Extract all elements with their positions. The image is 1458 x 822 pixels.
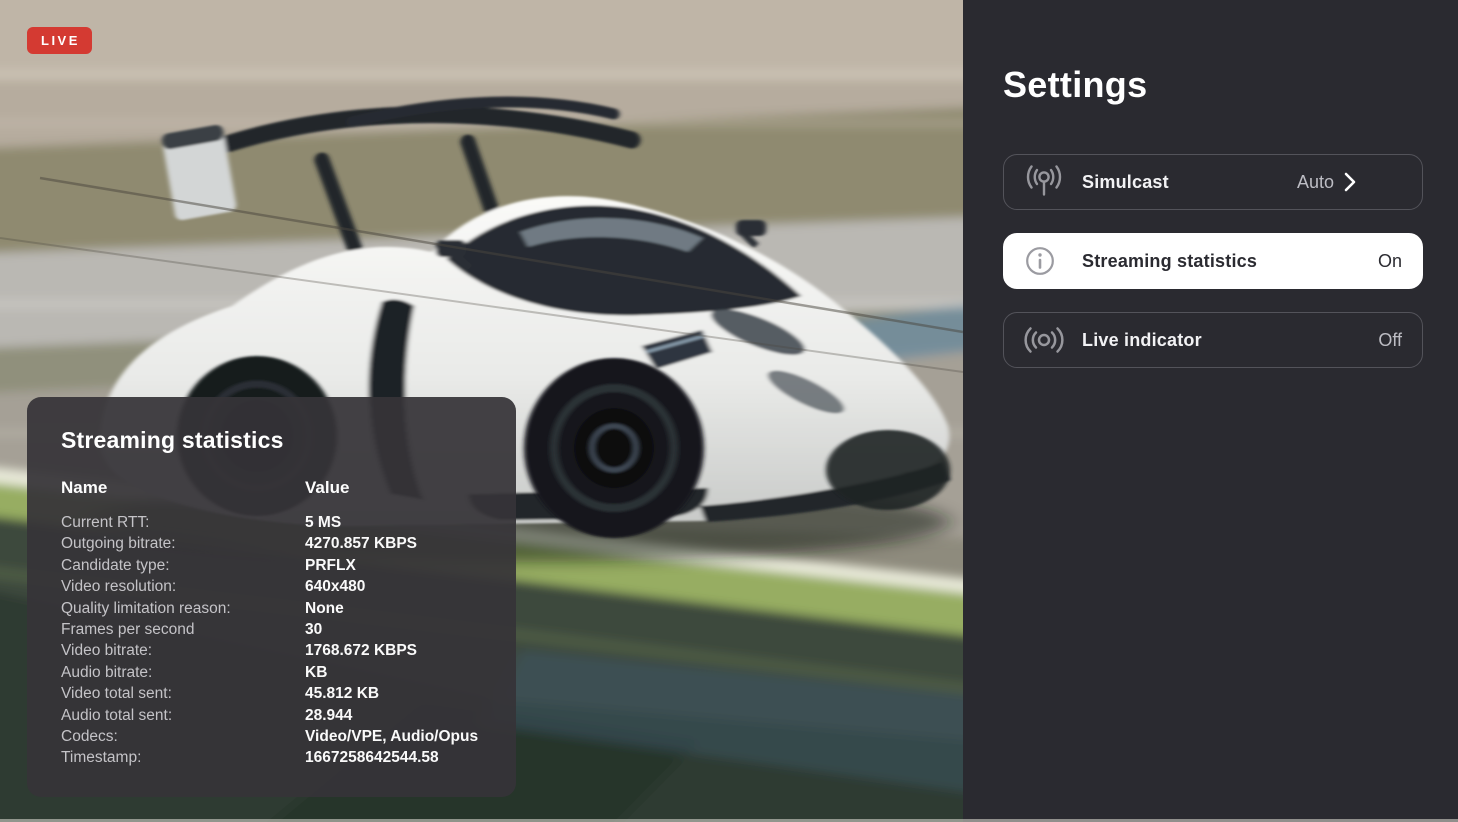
stats-overlay-title: Streaming statistics xyxy=(61,427,284,453)
stat-value: PRFLX xyxy=(305,556,356,574)
stat-value: None xyxy=(305,599,344,617)
settings-item-streaming-statistics[interactable]: Streaming statistics On xyxy=(1003,233,1423,289)
stat-name: Quality limitation reason: xyxy=(61,599,231,617)
stat-value: 4270.857 KBPS xyxy=(305,535,418,553)
stat-value: KB xyxy=(305,663,328,681)
settings-item-value: Off xyxy=(1378,329,1402,350)
stat-value: 45.812 KB xyxy=(305,685,380,703)
stat-name: Video total sent: xyxy=(61,685,172,703)
settings-item-label: Streaming statistics xyxy=(1082,250,1258,271)
stats-column-header-name: Name xyxy=(61,478,108,497)
stat-name: Timestamp: xyxy=(61,749,142,767)
broadcast-antenna-icon xyxy=(1024,165,1064,199)
settings-item-label: Simulcast xyxy=(1082,171,1169,192)
info-icon xyxy=(1024,245,1064,277)
stat-name: Candidate type: xyxy=(61,556,170,574)
settings-item-value: Auto xyxy=(1296,171,1334,192)
stat-value: 5 MS xyxy=(305,514,342,531)
live-badge: LIVE xyxy=(27,27,92,54)
stat-name: Video bitrate: xyxy=(61,642,153,660)
stat-name: Outgoing bitrate: xyxy=(61,535,176,553)
settings-item-simulcast[interactable]: Simulcast Auto xyxy=(1003,154,1423,210)
stat-name: Video resolution: xyxy=(61,578,177,596)
settings-sidebar: Settings Simulcast Auto Streaming statis… xyxy=(963,0,1458,822)
settings-item-value: On xyxy=(1377,250,1402,271)
live-broadcast-icon xyxy=(1024,325,1064,355)
chevron-right-icon xyxy=(1344,172,1384,192)
stats-column-header-value: Value xyxy=(305,478,350,497)
stat-value: 1768.672 KBPS xyxy=(305,642,418,660)
stat-name: Audio bitrate: xyxy=(61,663,153,681)
stats-table: Name Value Current RTT: 5 MS Outgoing bi… xyxy=(61,478,492,769)
settings-item-live-indicator[interactable]: Live indicator Off xyxy=(1003,312,1423,368)
settings-item-label: Live indicator xyxy=(1082,329,1202,350)
stat-value: 28.944 xyxy=(305,706,353,724)
stat-name: Codecs: xyxy=(61,728,118,746)
stat-value: 30 xyxy=(305,621,323,639)
video-player: LIVE Streaming statistics Name Value Cur… xyxy=(0,0,963,822)
settings-title: Settings xyxy=(1003,64,1148,105)
app-window: LIVE Streaming statistics Name Value Cur… xyxy=(0,0,1458,822)
stat-name: Frames per second xyxy=(61,621,195,639)
streaming-stats-overlay: Streaming statistics Name Value Current … xyxy=(27,397,516,797)
stat-value: Video/VPE, Audio/Opus xyxy=(305,728,479,746)
stat-value: 640x480 xyxy=(305,578,366,596)
stat-value: 1667258642544.58 xyxy=(305,749,439,767)
stat-name: Current RTT: xyxy=(61,514,150,531)
stat-name: Audio total sent: xyxy=(61,706,173,724)
